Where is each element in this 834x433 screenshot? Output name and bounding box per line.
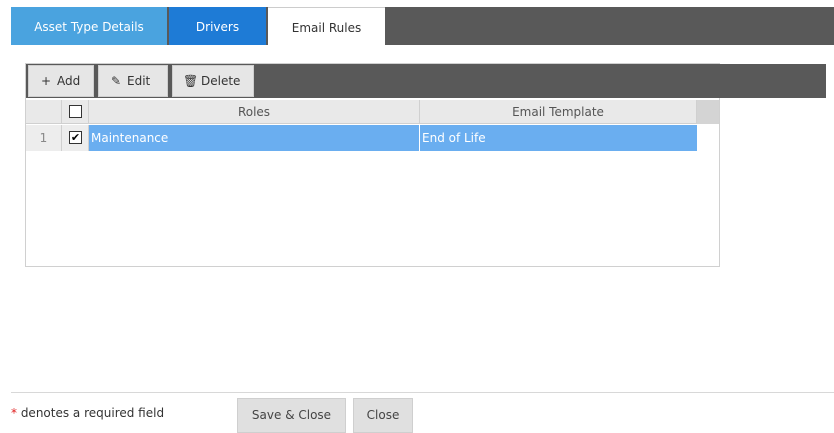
tab-email-rules[interactable]: Email Rules	[268, 7, 385, 45]
cell-role[interactable]: Maintenance	[89, 125, 420, 151]
row-checkbox[interactable]: ✔	[69, 131, 82, 144]
delete-button[interactable]: 🗑 Delete	[172, 65, 254, 97]
delete-button-label: Delete	[201, 74, 241, 88]
required-field-text: denotes a required field	[17, 406, 165, 420]
add-button-label: Add	[57, 74, 81, 88]
add-button[interactable]: + Add	[28, 65, 94, 97]
select-all-checkbox[interactable]	[69, 105, 82, 118]
required-field-note: * denotes a required field	[11, 403, 164, 423]
save-and-close-button[interactable]: Save & Close	[237, 398, 346, 433]
row-number: 1	[26, 125, 62, 151]
scrollbar-header-spacer	[697, 100, 719, 124]
tab-bar: Asset Type Details Drivers Email Rules	[11, 7, 834, 45]
column-header-email-template[interactable]: Email Template	[420, 100, 697, 124]
column-header-roles[interactable]: Roles	[89, 100, 420, 124]
close-button[interactable]: Close	[353, 398, 413, 433]
plus-icon: +	[40, 74, 52, 88]
tab-asset-type-details[interactable]: Asset Type Details	[11, 7, 167, 45]
grid-header: Roles Email Template	[26, 100, 719, 124]
table-row[interactable]: 1 ✔ Maintenance End of Life	[26, 125, 697, 151]
email-rules-grid-panel: + Add ✎ Edit 🗑 Delete Roles Email Template …	[25, 63, 826, 267]
row-number-header	[26, 100, 62, 124]
pencil-icon: ✎	[110, 74, 122, 88]
footer-divider	[11, 392, 834, 393]
edit-button[interactable]: ✎ Edit	[98, 65, 168, 97]
grid-toolbar: + Add ✎ Edit 🗑 Delete	[26, 64, 826, 98]
edit-button-label: Edit	[127, 74, 151, 88]
trash-icon: 🗑	[183, 74, 199, 88]
row-select-cell: ✔	[62, 125, 89, 151]
tab-drivers[interactable]: Drivers	[169, 7, 266, 45]
cell-email-template[interactable]: End of Life	[420, 125, 697, 151]
select-all-cell	[62, 100, 89, 124]
